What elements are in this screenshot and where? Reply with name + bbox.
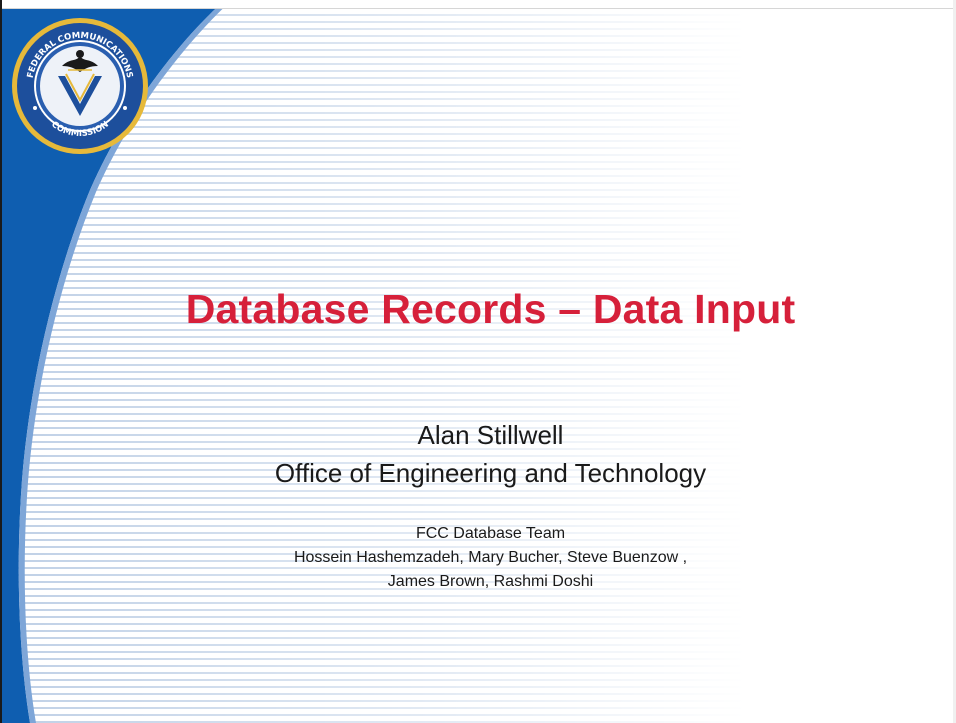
slide-top-border (0, 0, 956, 9)
slide-left-border (0, 0, 2, 723)
team-members-line-2: James Brown, Rashmi Doshi (387, 573, 594, 590)
fcc-seal-logo: FEDERAL COMMUNICATIONS COMMISSION (12, 18, 148, 154)
presentation-slide: FEDERAL COMMUNICATIONS COMMISSION Databa… (0, 0, 956, 723)
presenter-name: Alan Stillwell (417, 420, 564, 450)
team-heading: FCC Database Team (415, 525, 566, 542)
presenter-office: Office of Engineering and Technology (274, 458, 707, 488)
slide-title: Database Records – Data Input (185, 286, 796, 332)
team-members-line-1: Hossein Hashemzadeh, Mary Bucher, Steve … (293, 549, 688, 566)
